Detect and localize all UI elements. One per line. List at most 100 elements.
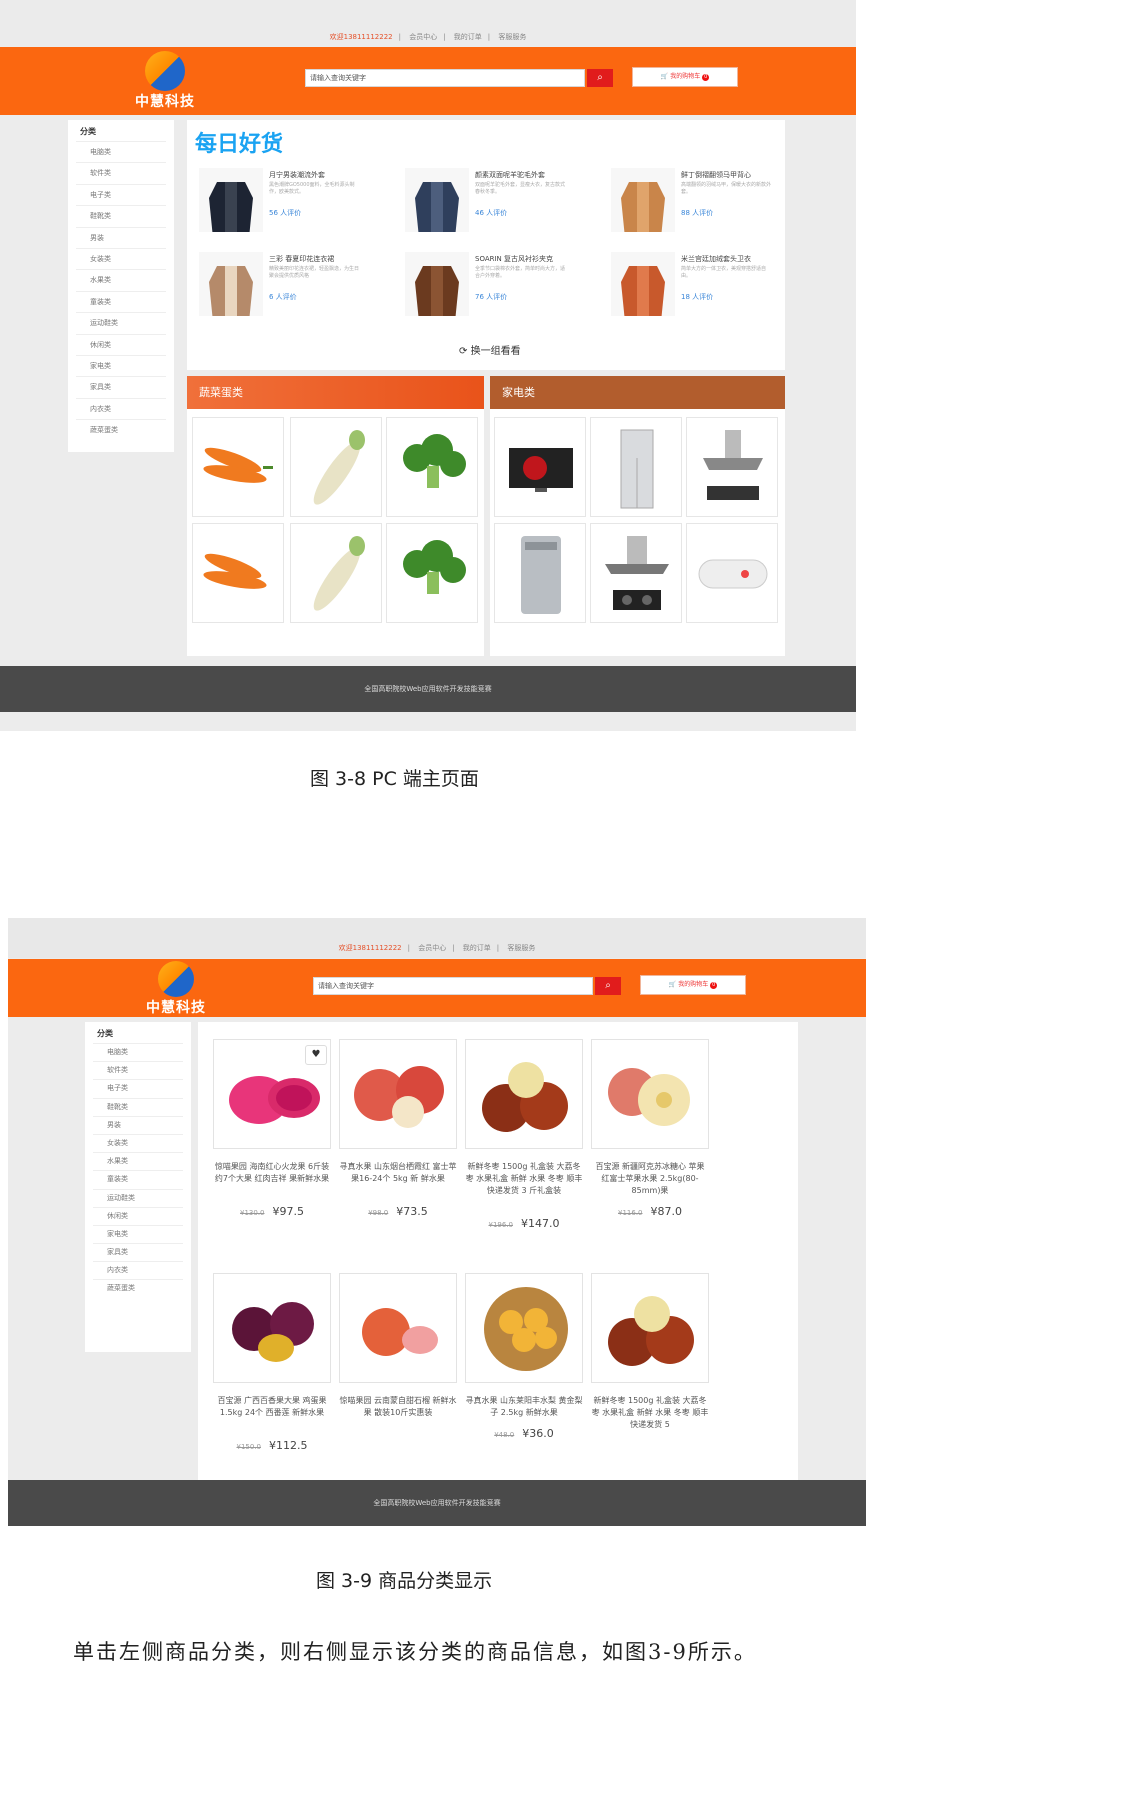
- product-name[interactable]: 惊喵果园 云南蒙自甜石榴 新鲜水果 散装10斤实惠装: [339, 1395, 457, 1419]
- product-tile[interactable]: [494, 417, 586, 517]
- sidebar-item[interactable]: 运动鞋类: [76, 312, 166, 333]
- product-image[interactable]: [339, 1039, 457, 1149]
- site-logo[interactable]: 中慧科技: [125, 51, 205, 111]
- category-sidebar: 分类 电脑类 软件类 电子类 鞋靴类 男装 女装类 水果类 童装类 运动鞋类 休闲类 家电类 家具类内…: [68, 120, 174, 452]
- product-price-row: ¥98.0 ¥73.5: [339, 1205, 457, 1218]
- search-input[interactable]: 请输入查询关键字: [305, 69, 585, 87]
- product-card[interactable]: 百宝源 广西百香果大果 鸡蛋果 1.5kg 24个 西番莲 新鲜水果 ¥150.0…: [213, 1273, 331, 1493]
- sidebar-item[interactable]: 男装: [76, 226, 166, 248]
- product-name[interactable]: 百宝源 新疆阿克苏冰糖心 苹果 红富士苹果水果 2.5kg(80-85mm)果: [591, 1161, 709, 1197]
- product-tile[interactable]: [386, 417, 478, 517]
- sidebar-item[interactable]: 电脑类: [93, 1043, 183, 1061]
- product-image[interactable]: [591, 1273, 709, 1383]
- sidebar-item[interactable]: 家具类: [93, 1243, 183, 1261]
- sidebar-item[interactable]: 电脑类: [76, 141, 166, 162]
- product-tile[interactable]: [590, 417, 682, 517]
- product-name[interactable]: 新鲜冬枣 1500g 礼盒装 大荔冬枣 水果礼盒 新鲜 水果 冬枣 顺丰快递发货…: [465, 1161, 583, 1197]
- sidebar-item[interactable]: 蔬菜蛋类: [76, 419, 166, 440]
- search-button[interactable]: ⌕: [595, 977, 621, 995]
- product-name[interactable]: 寻真水果 山东莱阳丰水梨 黄金梨子 2.5kg 新鲜水果: [465, 1395, 583, 1419]
- product-card[interactable]: 寻真水果 山东莱阳丰水梨 黄金梨子 2.5kg 新鲜水果 ¥48.0 ¥36.0: [465, 1273, 583, 1493]
- product-image[interactable]: [213, 1273, 331, 1383]
- favorite-button[interactable]: ♥: [305, 1045, 327, 1065]
- product-card[interactable]: 寻真水果 山东烟台栖霞红 富士苹果16-24个 5kg 新 鲜水果 ¥98.0 ¥7…: [339, 1039, 457, 1259]
- sidebar-item[interactable]: 童装类: [76, 290, 166, 312]
- sidebar-item[interactable]: 电子类: [76, 183, 166, 205]
- search-button[interactable]: ⌕: [587, 69, 613, 87]
- sidebar-item[interactable]: 软件类: [93, 1061, 183, 1079]
- product-image[interactable]: [339, 1273, 457, 1383]
- sidebar-item[interactable]: 童装类: [93, 1170, 183, 1188]
- sidebar-item[interactable]: 内衣类: [76, 397, 166, 419]
- product-card[interactable]: 新鲜冬枣 1500g 礼盒装 大荔冬枣 水果礼盒 新鲜 水果 冬枣 顺丰快递发货…: [591, 1273, 709, 1493]
- welcome-link[interactable]: 欢迎13811112222: [339, 944, 402, 952]
- sidebar-item[interactable]: 运动鞋类: [93, 1188, 183, 1207]
- product-name[interactable]: 寻真水果 山东烟台栖霞红 富士苹果16-24个 5kg 新 鲜水果: [339, 1161, 457, 1185]
- cart-button[interactable]: 🛒 我的购物车 0: [632, 67, 738, 87]
- product-image[interactable]: [465, 1273, 583, 1383]
- sidebar-item[interactable]: 女装类: [76, 247, 166, 269]
- product-image[interactable]: [591, 1039, 709, 1149]
- product-card[interactable]: 惊喵果园 海南红心火龙果 6斤装约7个大果 红肉吉祥 果新鲜水果 ¥130.0 ¥9…: [213, 1039, 331, 1259]
- daily-good-item[interactable]: 三彩 春夏印花连衣裙 精致美丽印花连衣裙，轻盈飘逸，为生日聚会提供优质风格 6 人评…: [199, 252, 395, 328]
- search-input[interactable]: 请输入查询关键字: [313, 977, 593, 995]
- product-name[interactable]: 惊喵果园 海南红心火龙果 6斤装约7个大果 红肉吉祥 果新鲜水果: [213, 1161, 331, 1185]
- my-orders-link[interactable]: 我的订单: [454, 33, 482, 41]
- good-description: 全季节口袋棉衣外套，简单时尚大方，适合户外穿着。: [475, 266, 566, 279]
- good-thumbnail: [611, 252, 675, 316]
- good-name: 月宁男装潮流外套: [269, 171, 325, 179]
- product-tile[interactable]: [686, 417, 778, 517]
- product-image[interactable]: [465, 1039, 583, 1149]
- product-tile[interactable]: [686, 523, 778, 623]
- member-center-link[interactable]: 会员中心: [409, 33, 437, 41]
- product-name[interactable]: 百宝源 广西百香果大果 鸡蛋果 1.5kg 24个 西番莲 新鲜水果: [213, 1395, 331, 1419]
- refresh-button[interactable]: ⟳ 换一组看看: [459, 342, 521, 357]
- member-center-link[interactable]: 会员中心: [418, 944, 446, 952]
- product-card[interactable]: 新鲜冬枣 1500g 礼盒装 大荔冬枣 水果礼盒 新鲜 水果 冬枣 顺丰快递发货…: [465, 1039, 583, 1259]
- sidebar-item[interactable]: 休闲类: [76, 333, 166, 355]
- product-tile[interactable]: [590, 523, 682, 623]
- cart-button[interactable]: 🛒 我的购物车 0: [640, 975, 746, 995]
- sidebar-item[interactable]: 蔬菜蛋类: [93, 1279, 183, 1297]
- product-card[interactable]: 惊喵果园 云南蒙自甜石榴 新鲜水果 散装10斤实惠装: [339, 1273, 457, 1493]
- sidebar-item[interactable]: 电子类: [93, 1079, 183, 1097]
- good-name: 米兰宫廷加绒套头卫衣: [681, 255, 751, 263]
- product-tile[interactable]: [290, 523, 382, 623]
- original-price: ¥150.0: [236, 1443, 262, 1451]
- product-card[interactable]: 百宝源 新疆阿克苏冰糖心 苹果 红富士苹果水果 2.5kg(80-85mm)果 ¥…: [591, 1039, 709, 1259]
- my-orders-link[interactable]: 我的订单: [463, 944, 491, 952]
- original-price: ¥130.0: [240, 1209, 265, 1217]
- product-name[interactable]: 新鲜冬枣 1500g 礼盒装 大荔冬枣 水果礼盒 新鲜 水果 冬枣 顺丰快递发货…: [591, 1395, 709, 1431]
- vegetable-section-header[interactable]: 蔬菜蛋类: [187, 376, 484, 409]
- product-tile[interactable]: [290, 417, 382, 517]
- product-tile[interactable]: [494, 523, 586, 623]
- daily-good-item[interactable]: 月宁男装潮流外套 黑色潮牌GO5000面料，全毛料源头制作，欧美款式。 56 人评价: [199, 168, 395, 244]
- site-logo[interactable]: 中慧科技: [138, 961, 214, 1017]
- figure-3-9-screenshot: 欢迎13811112222 | 会员中心 | 我的订单 | 客服服务 中慧科技 请输入…: [8, 918, 866, 1526]
- sidebar-item[interactable]: 休闲类: [93, 1206, 183, 1225]
- sidebar-item[interactable]: 家电类: [93, 1224, 183, 1243]
- daily-goods-title: 每日好货: [195, 132, 284, 157]
- sidebar-item[interactable]: 软件类: [76, 162, 166, 183]
- sidebar-title: 分类: [80, 127, 96, 136]
- sidebar-item[interactable]: 水果类: [93, 1152, 183, 1170]
- product-tile[interactable]: [192, 417, 284, 517]
- daily-good-item[interactable]: 鲜丁倒褶翻领马甲背心 高端翻领的羽绒马甲，保暖大衣的新款外套。 88 人评价: [611, 168, 807, 244]
- welcome-link[interactable]: 欢迎13811112222: [330, 33, 393, 41]
- sidebar-item[interactable]: 鞋靴类: [76, 205, 166, 226]
- sidebar-item[interactable]: 男装: [93, 1115, 183, 1134]
- sidebar-item[interactable]: 鞋靴类: [93, 1097, 183, 1116]
- service-link[interactable]: 客服服务: [507, 944, 535, 952]
- product-tile[interactable]: [192, 523, 284, 623]
- daily-good-item[interactable]: 颜素双面呢羊驼毛外套 双面呢羊驼毛外套，显瘦大衣，复古款式春秋冬季。 46 人评价: [405, 168, 601, 244]
- daily-good-item[interactable]: 米兰宫廷加绒套头卫衣 简单大方的一体卫衣，美观穿搭舒适自由。 18 人评价: [611, 252, 807, 328]
- product-tile[interactable]: [386, 523, 478, 623]
- sidebar-item[interactable]: 家电类: [76, 354, 166, 376]
- sidebar-item[interactable]: 水果类: [76, 269, 166, 290]
- daily-good-item[interactable]: SOARIN 复古风衬衫夹克 全季节口袋棉衣外套，简单时尚大方，适合户外穿着。 76…: [405, 252, 601, 328]
- sidebar-item[interactable]: 内衣类: [93, 1261, 183, 1279]
- sidebar-item[interactable]: 家具类: [76, 376, 166, 397]
- sidebar-item[interactable]: 女装类: [93, 1133, 183, 1152]
- appliance-section-header[interactable]: 家电类: [490, 376, 785, 409]
- service-link[interactable]: 客服服务: [498, 33, 526, 41]
